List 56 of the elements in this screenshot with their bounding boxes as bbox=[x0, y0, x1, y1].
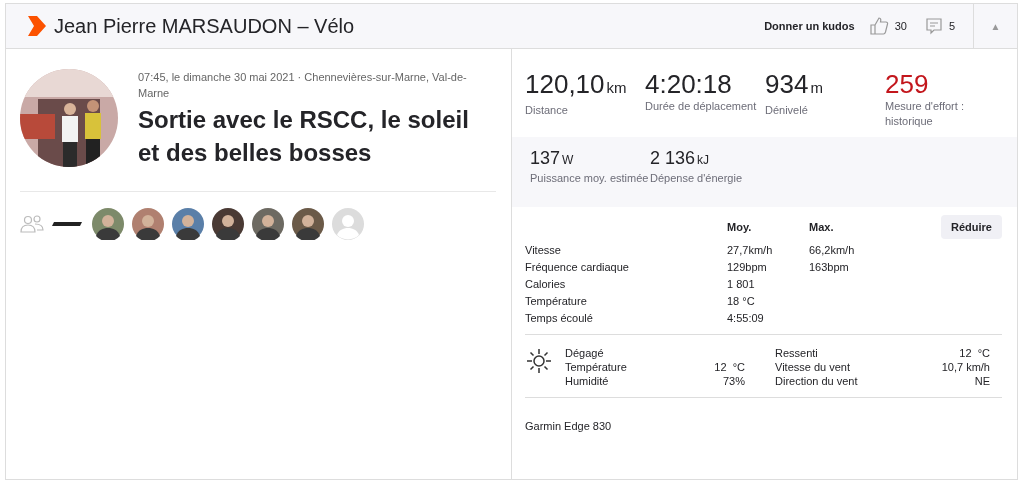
weather-label: Direction du vent bbox=[775, 375, 859, 387]
stat-label: Puissance moy. estimée bbox=[530, 171, 650, 186]
detail-label: Vitesse bbox=[525, 244, 562, 256]
detail-value: 66,2km/h bbox=[809, 244, 856, 256]
kudos-count[interactable]: 30 bbox=[894, 20, 907, 32]
detail-value: 4:55:09 bbox=[727, 312, 765, 324]
stat-value: 137 W bbox=[530, 147, 575, 170]
stat-value: 259 bbox=[885, 69, 930, 99]
detail-value: 163bpm bbox=[809, 261, 850, 273]
weather-value: NE bbox=[973, 375, 990, 387]
device-name: Garmin Edge 830 bbox=[525, 419, 613, 432]
stat-value: 120,10km bbox=[525, 69, 628, 101]
stat-value: 2 136kJ bbox=[650, 147, 711, 170]
weather-label: Vitesse du vent bbox=[775, 361, 851, 373]
weather-condition: Dégagé bbox=[565, 347, 605, 359]
stat-value: 934m bbox=[765, 69, 824, 101]
weather-label: Température bbox=[565, 361, 628, 373]
athlete-avatar[interactable] bbox=[132, 208, 164, 240]
detail-value: 1 801 bbox=[727, 278, 756, 290]
comment-icon bbox=[924, 17, 943, 35]
stat-value: 4:20:18 bbox=[645, 69, 733, 99]
detail-label: Température bbox=[525, 295, 588, 307]
activity-title: Sortie avec le RSCC, le soleil et des belles bosses bbox=[138, 105, 470, 168]
detail-label: Fréquence cardiaque bbox=[525, 261, 630, 273]
weather-label: Ressenti bbox=[775, 347, 819, 359]
detail-value: 18 °C bbox=[727, 295, 756, 307]
stat-label: Durée de déplacement bbox=[645, 99, 758, 114]
activity-meta: 07:45, le dimanche 30 mai 2021 · Chennevières-sur-Marne, Val-de-Marne bbox=[138, 70, 468, 101]
athlete-avatar[interactable] bbox=[212, 208, 244, 240]
group-icon bbox=[20, 214, 44, 234]
weather-label: Humidité bbox=[565, 375, 610, 387]
athlete-avatar[interactable] bbox=[292, 208, 324, 240]
detail-label: Calories bbox=[525, 278, 567, 290]
column-header: Max. bbox=[809, 221, 835, 233]
detail-value: 129bpm bbox=[727, 261, 768, 273]
weather-value: 73% bbox=[721, 375, 745, 387]
detail-value: 27,7km/h bbox=[727, 244, 774, 256]
comment-count[interactable]: 5 bbox=[948, 20, 955, 32]
athlete-avatar[interactable] bbox=[172, 208, 204, 240]
kudos-button[interactable]: Donner un kudos bbox=[764, 20, 855, 32]
collapse-details-button[interactable]: Réduire bbox=[941, 215, 1002, 239]
stat-label: Dépense d'énergie bbox=[650, 171, 743, 186]
thumbs-up-icon bbox=[868, 16, 889, 36]
weather-value: 12 °C bbox=[713, 361, 745, 373]
stat-label: Distance bbox=[525, 103, 569, 118]
athlete-avatar[interactable] bbox=[252, 208, 284, 240]
detail-label: Temps écoulé bbox=[525, 312, 594, 324]
stat-label: Dénivelé bbox=[765, 103, 809, 118]
stat-label: Mesure d'effort : historique bbox=[885, 99, 965, 129]
sun-icon bbox=[525, 347, 553, 375]
weather-value: 12 °C bbox=[958, 347, 990, 359]
athlete-avatar[interactable] bbox=[92, 208, 124, 240]
header-title: Jean Pierre MARSAUDON – Vélo bbox=[54, 14, 355, 38]
column-header: Moy. bbox=[727, 221, 753, 233]
weather-value: 10,7 km/h bbox=[940, 361, 990, 373]
chevron-logo-icon bbox=[28, 16, 46, 36]
